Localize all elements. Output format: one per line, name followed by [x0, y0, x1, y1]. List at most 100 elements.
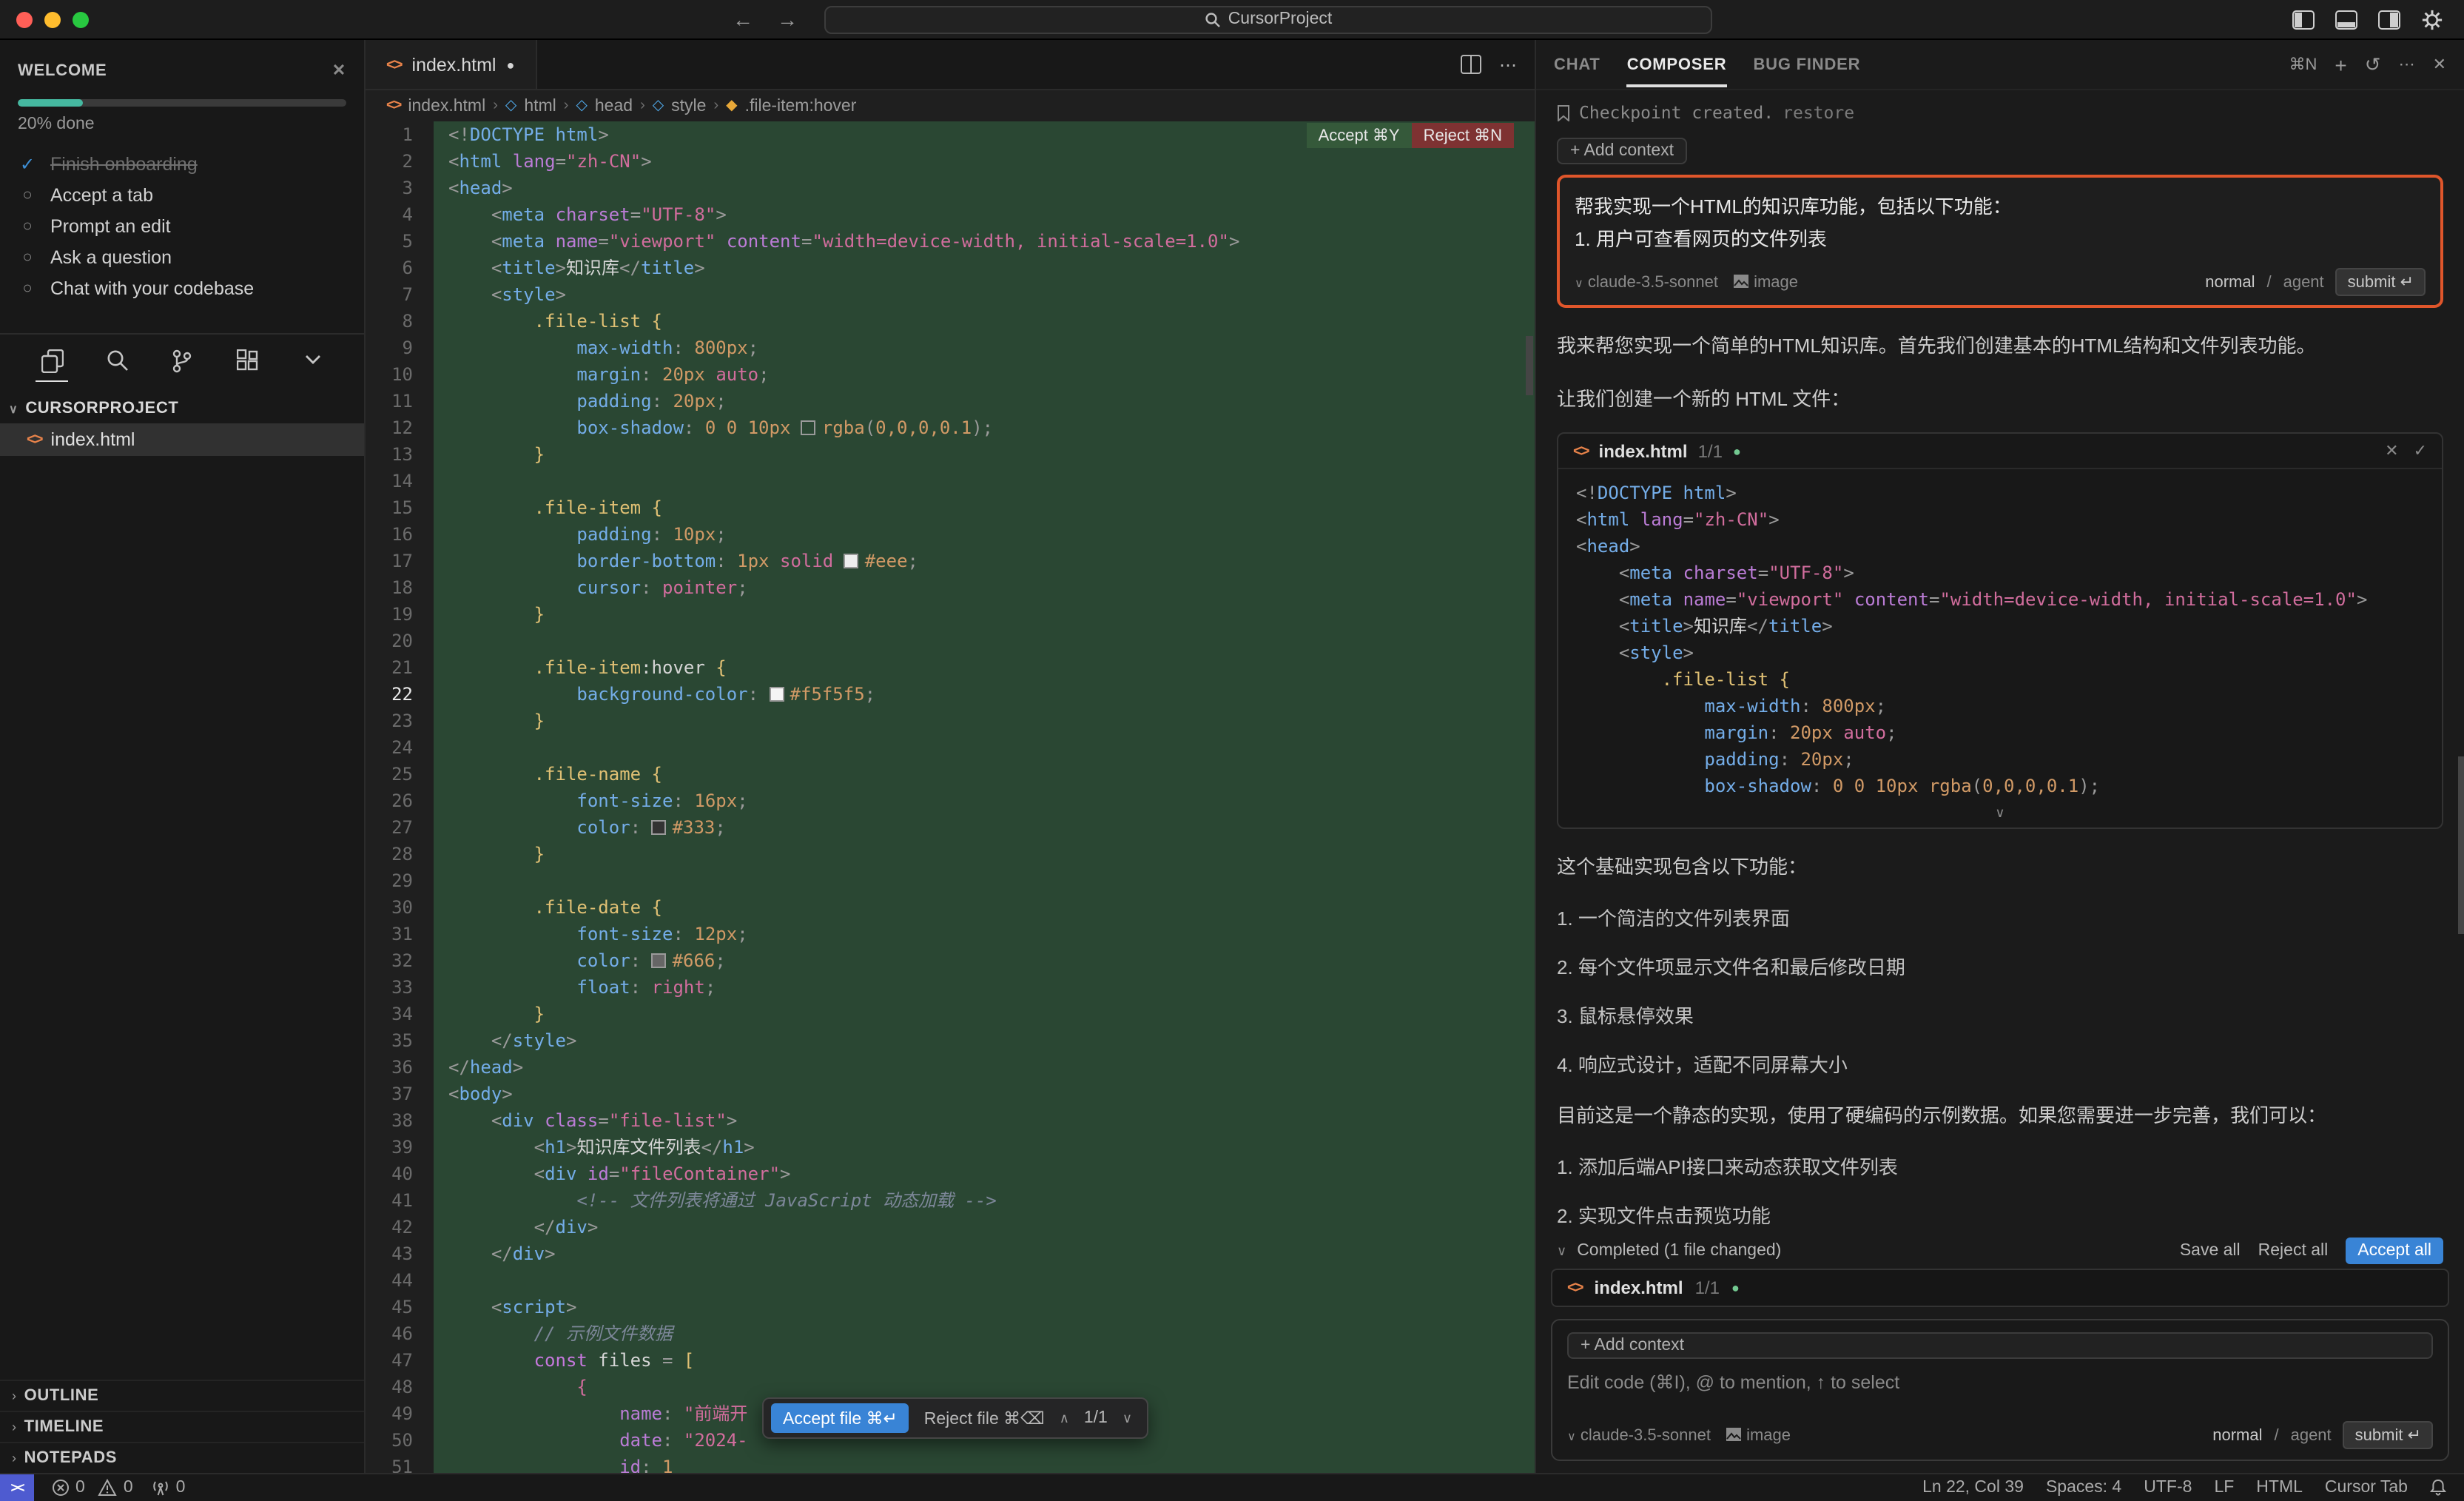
code-line[interactable]: 39 <h1>知识库文件列表</h1>	[366, 1134, 1535, 1161]
image-attach-button[interactable]: image	[1726, 1426, 1791, 1444]
code-line[interactable]: 24	[366, 734, 1535, 761]
code-line[interactable]: 18 cursor: pointer;	[366, 574, 1535, 601]
panel-scrollbar[interactable]	[2458, 756, 2464, 934]
sidebar-section-notepads[interactable]: ›NOTEPADS	[0, 1442, 364, 1473]
code-line[interactable]: 9 max-width: 800px;	[366, 335, 1535, 361]
command-center-search[interactable]: CursorProject	[824, 5, 1712, 33]
code-line[interactable]: 11 padding: 20px;	[366, 388, 1535, 414]
plus-icon[interactable]: +	[2335, 53, 2346, 76]
code-line[interactable]: 44	[366, 1267, 1535, 1294]
code-line[interactable]: 29	[366, 867, 1535, 894]
breadcrumb-item[interactable]: index.html	[408, 97, 485, 115]
tab-composer[interactable]: COMPOSER	[1627, 42, 1727, 87]
code-line[interactable]: 8 .file-list {	[366, 308, 1535, 335]
mode-agent[interactable]: agent	[2283, 273, 2324, 291]
code-line[interactable]: 26 font-size: 16px;	[366, 788, 1535, 814]
mode-normal[interactable]: normal	[2205, 273, 2255, 291]
chevron-down-icon[interactable]	[296, 349, 329, 382]
sidebar-section-timeline[interactable]: ›TIMELINE	[0, 1411, 364, 1442]
code-line[interactable]: 3<head>	[366, 175, 1535, 201]
breadcrumb-item[interactable]: style	[671, 97, 706, 115]
reject-file-button[interactable]: Reject file ⌘⌫	[924, 1408, 1045, 1428]
eol-sequence[interactable]: LF	[2214, 1479, 2234, 1497]
editor-scrollbar[interactable]	[1526, 336, 1533, 395]
ports-indicator[interactable]: 0	[151, 1479, 186, 1497]
code-line[interactable]: 31 font-size: 12px;	[366, 921, 1535, 947]
tab-bug-finder[interactable]: BUG FINDER	[1753, 42, 1860, 87]
code-line[interactable]: 13 }	[366, 441, 1535, 468]
model-selector[interactable]: ∨ claude-3.5-sonnet	[1575, 273, 1718, 291]
code-line[interactable]: 48 {	[366, 1374, 1535, 1400]
breadcrumb-item[interactable]: .file-item:hover	[745, 97, 857, 115]
code-line[interactable]: 16 padding: 10px;	[366, 521, 1535, 548]
notifications-bell-icon[interactable]	[2430, 1479, 2446, 1497]
code-line[interactable]: 32 color: #666;	[366, 947, 1535, 974]
code-line[interactable]: 19 }	[366, 601, 1535, 628]
toggle-bottom-panel-icon[interactable]	[2335, 10, 2357, 29]
forward-icon[interactable]: →	[777, 7, 798, 31]
breadcrumb-item[interactable]: html	[524, 97, 556, 115]
language-mode[interactable]: HTML	[2256, 1479, 2303, 1497]
code-line[interactable]: 22 background-color: #f5f5f5;	[366, 681, 1535, 708]
more-actions-icon[interactable]: ⋯	[1499, 54, 1517, 75]
code-line[interactable]: 4 <meta charset="UTF-8">	[366, 201, 1535, 228]
breadcrumb-item[interactable]: head	[595, 97, 633, 115]
onboarding-item[interactable]: ○Chat with your codebase	[18, 272, 346, 303]
history-icon[interactable]: ↺	[2365, 53, 2381, 76]
code-line[interactable]: 21 .file-item:hover {	[366, 654, 1535, 681]
code-line[interactable]: 23 }	[366, 708, 1535, 734]
code-line[interactable]: 33 float: right;	[366, 974, 1535, 1001]
problems-indicator[interactable]: 0 0	[52, 1479, 133, 1497]
submit-button[interactable]: submit ↵	[2343, 1421, 2433, 1449]
tab-chat[interactable]: CHAT	[1554, 42, 1600, 87]
user-prompt-card[interactable]: 帮我实现一个HTML的知识库功能，包括以下功能：1. 用户可查看网页的文件列表 …	[1557, 175, 2443, 308]
reject-all-button[interactable]: Reject all	[2258, 1242, 2329, 1260]
code-line[interactable]: 20	[366, 628, 1535, 654]
more-actions-icon[interactable]: ⋯	[2399, 55, 2415, 74]
toggle-left-sidebar-icon[interactable]	[2292, 10, 2315, 29]
accept-file-icon[interactable]: ✓	[2414, 441, 2427, 460]
search-icon[interactable]	[101, 349, 133, 382]
code-line[interactable]: 42 </div>	[366, 1214, 1535, 1240]
code-editor[interactable]: 1<!DOCTYPE html>2<html lang="zh-CN">3<he…	[366, 121, 1535, 1473]
onboarding-item[interactable]: ○Accept a tab	[18, 179, 346, 210]
add-context-button[interactable]: + Add context	[1557, 138, 1687, 164]
encoding[interactable]: UTF-8	[2144, 1479, 2192, 1497]
code-line[interactable]: 30 .file-date {	[366, 894, 1535, 921]
settings-gear-icon[interactable]	[2421, 8, 2443, 30]
indentation[interactable]: Spaces: 4	[2046, 1479, 2121, 1497]
source-control-icon[interactable]	[166, 349, 198, 382]
close-pane-icon[interactable]: ✕	[2433, 55, 2446, 74]
code-card-filename[interactable]: index.html	[1599, 440, 1688, 461]
code-line[interactable]: 17 border-bottom: 1px solid #eee;	[366, 548, 1535, 574]
code-line[interactable]: 40 <div id="fileContainer">	[366, 1161, 1535, 1187]
model-selector[interactable]: ∨ claude-3.5-sonnet	[1567, 1426, 1711, 1444]
chevron-up-icon[interactable]: ∧	[1060, 1410, 1069, 1426]
expand-code-chevron-icon[interactable]: ∨	[1558, 802, 2442, 827]
chevron-down-icon[interactable]: ∨	[1557, 1243, 1566, 1259]
changed-file-row[interactable]: <> index.html 1/1 ●	[1551, 1269, 2449, 1307]
code-line[interactable]: 2<html lang="zh-CN">	[366, 148, 1535, 175]
code-line[interactable]: 14	[366, 468, 1535, 494]
minimize-window-button[interactable]	[44, 11, 61, 27]
add-context-button[interactable]: + Add context	[1567, 1332, 2433, 1359]
onboarding-item[interactable]: ○Prompt an edit	[18, 210, 346, 241]
extensions-icon[interactable]	[231, 349, 263, 382]
split-editor-icon[interactable]	[1461, 55, 1481, 74]
code-line[interactable]: 5 <meta name="viewport" content="width=d…	[366, 228, 1535, 255]
code-line[interactable]: 43 </div>	[366, 1240, 1535, 1267]
code-line[interactable]: 12 box-shadow: 0 0 10px rgba(0,0,0,0.1);	[366, 414, 1535, 441]
code-line[interactable]: 15 .file-item {	[366, 494, 1535, 521]
code-line[interactable]: 46 // 示例文件数据	[366, 1320, 1535, 1347]
accept-all-button[interactable]: Accept all	[2346, 1238, 2443, 1264]
save-all-button[interactable]: Save all	[2180, 1242, 2241, 1260]
code-line[interactable]: 38 <div class="file-list">	[366, 1107, 1535, 1134]
code-line[interactable]: 7 <style>	[366, 281, 1535, 308]
code-line[interactable]: 36</head>	[366, 1054, 1535, 1081]
cursor-tab-toggle[interactable]: Cursor Tab	[2325, 1479, 2408, 1497]
onboarding-item[interactable]: ✓Finish onboarding	[18, 148, 346, 179]
explorer-root-folder[interactable]: ∨ CURSORPROJECT	[0, 392, 364, 423]
code-line[interactable]: 47 const files = [	[366, 1347, 1535, 1374]
accept-diff-button[interactable]: Accept ⌘Y	[1307, 123, 1412, 148]
back-icon[interactable]: ←	[733, 7, 753, 31]
